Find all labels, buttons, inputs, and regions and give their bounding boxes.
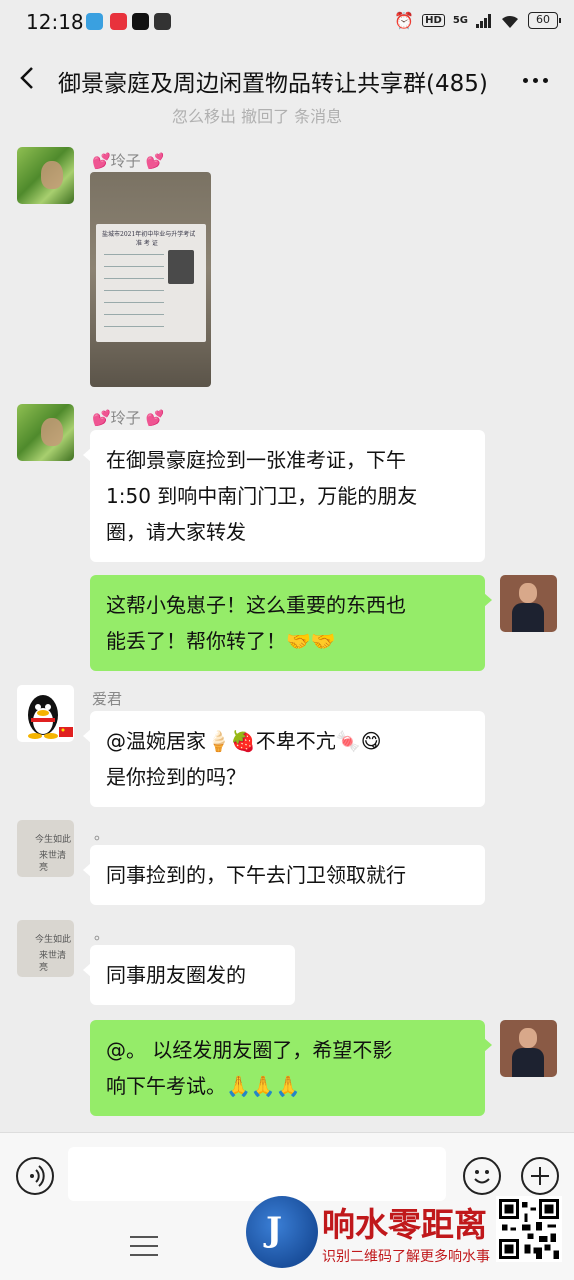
- emoji-icon[interactable]: [463, 1157, 501, 1195]
- my-avatar[interactable]: [500, 1020, 557, 1077]
- avatar[interactable]: [17, 147, 74, 204]
- signal-icon: [476, 13, 491, 28]
- ticket-subtitle: 准 考 证: [136, 240, 158, 247]
- voice-icon[interactable]: [16, 1157, 54, 1195]
- watermark-logo-char: J: [266, 1210, 283, 1250]
- watermark-title: 响水零距离: [322, 1205, 487, 1244]
- ticket-field: [104, 290, 164, 291]
- watermark-logo: J: [246, 1196, 318, 1268]
- sender-name: 。: [94, 925, 110, 943]
- app-notification-icon: [86, 13, 103, 30]
- image-message[interactable]: 盐城市2021年初中毕业与升学考试 准 考 证: [90, 172, 211, 387]
- message-line: 在御景豪庭捡到一张准考证，下午: [106, 448, 406, 472]
- battery-icon: 60: [528, 12, 561, 29]
- back-icon[interactable]: [18, 66, 36, 90]
- message-line: @。 以经发朋友圈了，希望不影: [106, 1038, 393, 1062]
- message-line: 1:50 到响中南门门卫，万能的朋友: [106, 484, 418, 508]
- ticket-photo: [168, 250, 194, 284]
- chat-title: 御景豪庭及周边闲置物品转让共享群(485): [58, 71, 488, 97]
- message-line: 能丢了！帮你转了！🤝🤝: [106, 629, 336, 653]
- message-line: @温婉居家🍦🍓不卑不亢🍬😋: [106, 729, 382, 753]
- message-line: 响下午考试。🙏🙏🙏: [106, 1074, 301, 1098]
- message-line: 圈，请大家转发: [106, 520, 246, 544]
- ticket-field: [104, 302, 164, 303]
- status-bar: 12:18 ⏰ HD 5G 60: [0, 0, 574, 44]
- add-icon[interactable]: [521, 1157, 559, 1195]
- sender-name: 💕玲子 💕: [92, 409, 165, 427]
- message-bubble-outgoing[interactable]: 这帮小兔崽子！这么重要的东西也 能丢了！帮你转了！🤝🤝: [90, 575, 492, 671]
- wifi-icon: [502, 15, 518, 28]
- message-line: 是你捡到的吗？: [106, 765, 246, 789]
- message-bubble[interactable]: 在御景豪庭捡到一张准考证，下午 1:50 到响中南门门卫，万能的朋友 圈，请大家…: [83, 430, 485, 562]
- sender-name: 💕玲子 💕: [92, 152, 165, 170]
- signal-label: 5G: [452, 15, 468, 26]
- avatar[interactable]: 今生如此 来世清亮: [17, 920, 74, 977]
- message-line: 同事朋友圈发的: [106, 963, 246, 987]
- watermark-subtitle: 识别二维码了解更多响水事: [322, 1249, 490, 1265]
- penguin-icon: [28, 695, 73, 739]
- message-bubble[interactable]: 同事朋友圈发的: [83, 945, 295, 1005]
- avatar-handwriting: 来世清亮: [39, 951, 67, 973]
- ticket-field: [104, 314, 164, 315]
- ticket-field: [104, 266, 164, 267]
- my-avatar[interactable]: [500, 575, 557, 632]
- message-icon: [154, 13, 171, 30]
- qr-code-icon: [496, 1196, 562, 1262]
- avatar-handwriting: 来世清亮: [39, 851, 67, 873]
- avatar[interactable]: [17, 404, 74, 461]
- sender-name: 爱君: [92, 690, 123, 708]
- menu-icon[interactable]: [130, 1236, 158, 1258]
- avatar[interactable]: [17, 685, 74, 742]
- message-bubble-outgoing[interactable]: @。 以经发朋友圈了，希望不影 响下午考试。🙏🙏🙏: [90, 1020, 492, 1116]
- status-time: 12:18: [26, 10, 84, 34]
- status-indicators: ⏰ HD 5G 60: [394, 11, 561, 30]
- sender-name: 。: [94, 825, 110, 843]
- app-notification-icon: [110, 13, 127, 30]
- avatar-handwriting: 今生如此: [35, 835, 72, 845]
- message-bubble[interactable]: 同事捡到的，下午去门卫领取就行: [83, 845, 485, 905]
- ticket-title: 盐城市2021年初中毕业与升学考试: [102, 231, 196, 238]
- ticket-field: [104, 254, 164, 255]
- tiktok-icon: [132, 13, 149, 30]
- scrolled-system-message: 忽么移出 撤回了 条消息: [172, 107, 343, 126]
- more-icon[interactable]: [523, 78, 548, 83]
- avatar-handwriting: 今生如此: [35, 935, 72, 945]
- ticket-field: [104, 326, 164, 327]
- ticket-field: [104, 278, 164, 279]
- message-bubble[interactable]: @温婉居家🍦🍓不卑不亢🍬😋 是你捡到的吗？: [83, 711, 485, 807]
- message-input[interactable]: [68, 1147, 446, 1201]
- admission-ticket-image: 盐城市2021年初中毕业与升学考试 准 考 证: [96, 224, 206, 342]
- message-line: 这帮小兔崽子！这么重要的东西也: [106, 593, 406, 617]
- hd-badge: HD: [422, 14, 445, 27]
- alarm-icon: ⏰: [394, 11, 415, 30]
- message-line: 同事捡到的，下午去门卫领取就行: [106, 863, 406, 887]
- avatar[interactable]: 今生如此 来世清亮: [17, 820, 74, 877]
